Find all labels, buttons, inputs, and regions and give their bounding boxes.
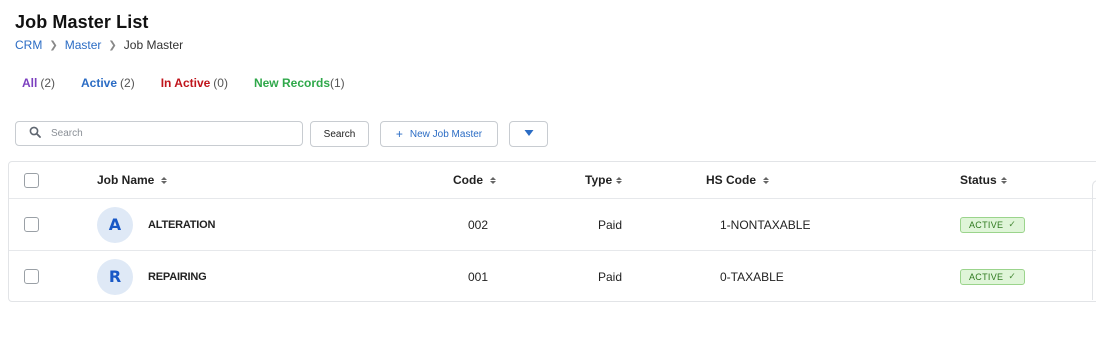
sort-icon xyxy=(1000,176,1007,184)
caret-down-icon xyxy=(524,129,534,140)
search-button[interactable]: Search xyxy=(310,121,369,147)
job-code: 002 xyxy=(468,217,489,232)
avatar: R xyxy=(97,258,133,295)
job-master-table: Job Name Code Type HS Code Status A ALTE… xyxy=(8,161,1096,302)
status-badge: ACTIVE ✓ xyxy=(960,268,1026,285)
filter-dropdown-button[interactable] xyxy=(509,121,548,147)
job-name[interactable]: ALTERATION xyxy=(148,219,215,231)
breadcrumb-current: Job Master xyxy=(123,38,184,52)
status-label: ACTIVE xyxy=(969,271,1004,282)
scrollbar-track[interactable] xyxy=(1092,180,1096,300)
chevron-right-icon: ❯ xyxy=(49,39,58,51)
table-header: Job Name Code Type HS Code Status xyxy=(9,162,1096,199)
column-header-label: Type xyxy=(585,173,613,187)
row-checkbox[interactable] xyxy=(24,269,39,284)
filter-tab-all[interactable]: All (2) xyxy=(22,76,55,90)
job-type: Paid xyxy=(598,269,623,284)
job-name[interactable]: REPAIRING xyxy=(148,271,207,283)
select-all-checkbox[interactable] xyxy=(24,172,39,188)
table-row[interactable]: R REPAIRING 001 Paid 0-TAXABLE ACTIVE ✓ xyxy=(9,251,1096,302)
filter-tab-count: (2) xyxy=(120,76,135,90)
avatar: A xyxy=(97,206,133,243)
column-header-label: Status xyxy=(960,173,997,187)
job-code: 001 xyxy=(468,269,489,284)
column-header-hs-code[interactable]: HS Code xyxy=(706,162,770,198)
sort-icon xyxy=(161,176,168,184)
hs-code: 0-TAXABLE xyxy=(720,269,784,284)
column-header-label: Code xyxy=(453,173,483,187)
column-header-job-name[interactable]: Job Name xyxy=(97,162,168,198)
filter-tab-inactive[interactable]: In Active (0) xyxy=(161,76,228,90)
status-badge: ACTIVE ✓ xyxy=(960,216,1026,233)
breadcrumb-master[interactable]: Master xyxy=(65,38,102,52)
column-header-code[interactable]: Code xyxy=(453,162,496,198)
new-job-master-button[interactable]: + New Job Master xyxy=(380,121,498,147)
filter-tab-count: (2) xyxy=(40,76,56,90)
filter-tab-label: In Active xyxy=(160,76,211,90)
job-type: Paid xyxy=(598,217,623,232)
check-icon: ✓ xyxy=(1008,219,1017,229)
filter-tab-label: Active xyxy=(81,76,118,90)
chevron-right-icon: ❯ xyxy=(108,39,117,51)
filter-tab-active[interactable]: Active (2) xyxy=(81,76,135,90)
filter-tab-label: New Records xyxy=(253,76,330,90)
sort-icon xyxy=(616,176,623,184)
column-header-status[interactable]: Status xyxy=(960,162,1007,198)
new-job-master-label: New Job Master xyxy=(409,128,483,140)
page-title: Job Master List xyxy=(15,12,149,32)
breadcrumb: CRM ❯ Master ❯ Job Master xyxy=(15,38,183,52)
column-header-label: HS Code xyxy=(706,173,757,187)
table-row[interactable]: A ALTERATION 002 Paid 1-NONTAXABLE ACTIV… xyxy=(9,199,1096,251)
status-label: ACTIVE xyxy=(969,219,1004,230)
breadcrumb-crm[interactable]: CRM xyxy=(15,38,42,52)
filter-tabs: All (2) Active (2) In Active (0) New Record… xyxy=(22,76,371,90)
plus-icon: + xyxy=(395,127,403,141)
search-box xyxy=(15,121,303,146)
search-input[interactable] xyxy=(51,128,281,139)
filter-tab-new-records[interactable]: New Records(1) xyxy=(254,76,345,90)
filter-tab-count: (0) xyxy=(213,76,228,90)
sort-icon xyxy=(763,176,770,184)
filter-tab-label: All xyxy=(22,76,38,90)
row-checkbox[interactable] xyxy=(24,217,39,232)
hs-code: 1-NONTAXABLE xyxy=(720,217,811,232)
search-icon xyxy=(29,125,41,143)
column-header-type[interactable]: Type xyxy=(585,162,623,198)
sort-icon xyxy=(490,176,496,184)
filter-tab-count: (1) xyxy=(330,76,345,90)
check-icon: ✓ xyxy=(1008,271,1017,281)
column-header-label: Job Name xyxy=(97,173,155,187)
